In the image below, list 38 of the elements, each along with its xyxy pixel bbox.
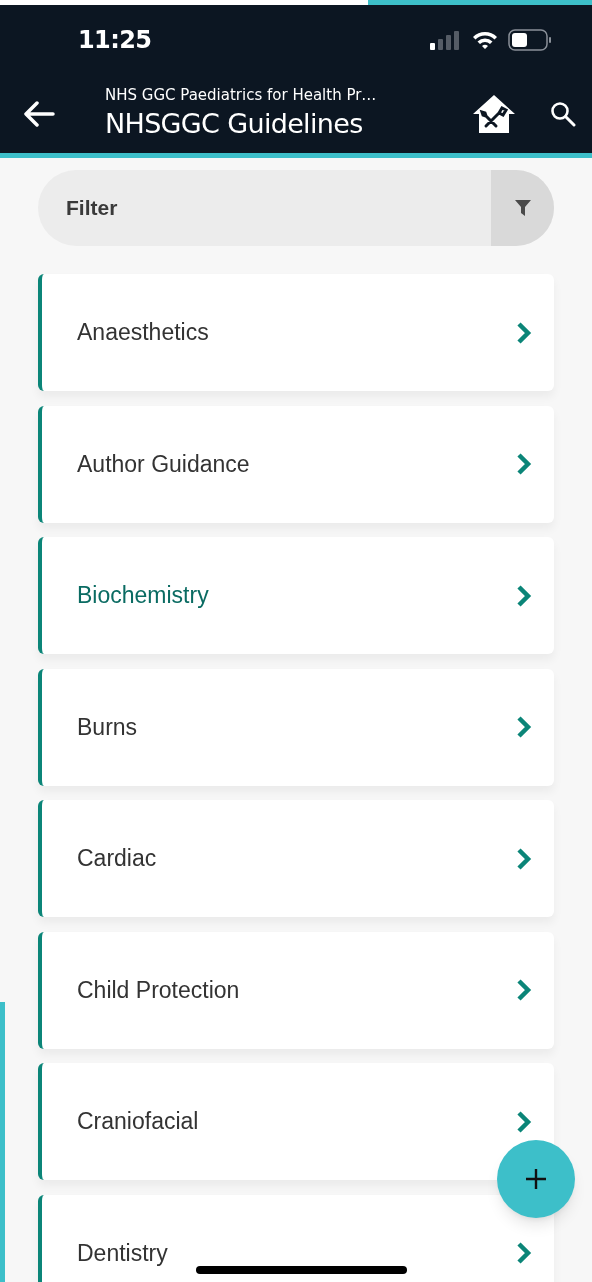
chevron-right-icon xyxy=(516,1241,532,1265)
category-label: Burns xyxy=(77,712,138,742)
category-label: Anaesthetics xyxy=(77,318,209,348)
funnel-icon xyxy=(513,199,532,217)
chevron-right-icon xyxy=(516,320,532,345)
filter-input: Filter xyxy=(38,192,491,224)
category-card[interactable]: Author Guidance xyxy=(38,405,554,523)
back-arrow-icon xyxy=(23,101,55,127)
wifi-icon xyxy=(472,30,498,50)
category-card[interactable]: Craniofacial xyxy=(38,1063,554,1180)
category-label: Craniofacial xyxy=(77,1107,199,1137)
category-label: Cardiac xyxy=(77,844,157,874)
chevron-right-icon xyxy=(516,452,532,476)
plus-icon xyxy=(525,1168,547,1190)
chevron-right-icon xyxy=(516,715,532,739)
category-label: Dentistry xyxy=(77,1238,168,1268)
page-title: NHSGGC Guidelines xyxy=(105,107,364,141)
filter-button[interactable] xyxy=(491,170,554,246)
chevron-right-icon xyxy=(516,583,532,608)
category-label: Child Protection xyxy=(77,975,240,1005)
chevron-right-icon xyxy=(516,846,532,871)
battery-icon xyxy=(508,29,552,51)
signal-icon xyxy=(430,30,460,50)
chevron-right-icon xyxy=(516,978,532,1002)
search-icon[interactable] xyxy=(550,101,576,127)
category-card[interactable]: Biochemistry xyxy=(38,537,554,654)
category-label: Author Guidance xyxy=(77,449,250,479)
category-card[interactable]: Dentistry xyxy=(38,1194,554,1282)
category-card[interactable]: Anaesthetics xyxy=(38,274,554,391)
category-label: Biochemistry xyxy=(77,581,209,611)
filter-field[interactable]: Filter xyxy=(38,170,554,246)
category-card[interactable]: Cardiac xyxy=(38,800,554,917)
status-time: 11:25 xyxy=(78,25,152,56)
chevron-right-icon xyxy=(516,1109,532,1134)
category-card[interactable]: Child Protection xyxy=(38,931,554,1049)
app-subtitle: NHS GGC Paediatrics for Health Pr… xyxy=(105,85,378,105)
category-card[interactable]: Burns xyxy=(38,668,554,786)
house-tools-icon[interactable] xyxy=(472,94,516,134)
